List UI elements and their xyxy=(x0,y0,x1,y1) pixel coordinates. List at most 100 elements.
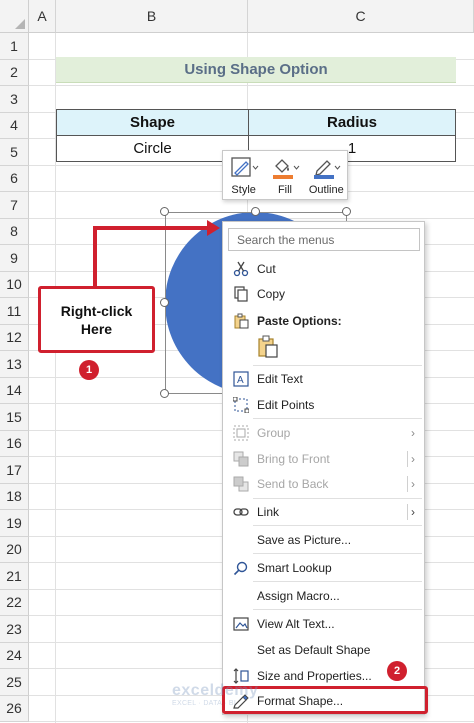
outline-pen-icon xyxy=(314,160,341,179)
menu-item-label: Paste Options: xyxy=(257,314,342,328)
menu-item-edit-text[interactable]: A Edit Text xyxy=(223,367,424,391)
menu-item-send-to-back[interactable]: Send to Back › xyxy=(223,472,424,496)
table-cell-shape[interactable]: Circle xyxy=(56,135,249,162)
paste-clipboard-icon[interactable] xyxy=(257,335,279,359)
menu-item-label: Edit Points xyxy=(257,398,315,412)
row-header[interactable]: 15 xyxy=(0,404,29,431)
menu-item-smart-lookup[interactable]: Smart Lookup xyxy=(223,556,424,580)
column-header-c[interactable]: C xyxy=(248,0,474,33)
row-header[interactable]: 1 xyxy=(0,33,29,60)
style-button[interactable]: Style xyxy=(225,156,263,196)
menu-item-link[interactable]: Link › xyxy=(223,500,424,524)
menu-item-label: Size and Properties... xyxy=(257,669,372,683)
menu-item-label: Link xyxy=(257,505,280,519)
outline-button[interactable]: Outline xyxy=(307,156,345,196)
table-header-radius[interactable]: Radius xyxy=(248,109,456,136)
table-header-shape[interactable]: Shape xyxy=(56,109,249,136)
resize-handle-nw[interactable] xyxy=(160,207,169,216)
row-header[interactable]: 7 xyxy=(0,192,29,219)
menu-search-input[interactable]: Search the menus xyxy=(228,228,420,251)
menu-item-assign-macro[interactable]: Assign Macro... xyxy=(223,584,424,608)
mini-toolbar: Style Fill Outline xyxy=(222,150,348,200)
submenu-chevron-icon: › xyxy=(411,505,415,519)
resize-handle-w[interactable] xyxy=(160,298,169,307)
menu-separator xyxy=(253,498,422,499)
submenu-chevron-icon: › xyxy=(411,426,415,440)
menu-separator xyxy=(253,609,422,610)
menu-separator xyxy=(253,553,422,554)
menu-item-label: Set as Default Shape xyxy=(257,643,371,657)
row-header[interactable]: 18 xyxy=(0,483,29,510)
outline-label: Outline xyxy=(308,184,344,196)
fill-button[interactable]: Fill xyxy=(266,156,304,196)
menu-separator xyxy=(253,581,422,582)
row-header[interactable]: 8 xyxy=(0,218,29,245)
split-separator xyxy=(407,451,408,467)
row-header[interactable]: 9 xyxy=(0,245,29,272)
resize-handle-n[interactable] xyxy=(251,207,260,216)
resize-handle-ne[interactable] xyxy=(342,207,351,216)
row-header[interactable]: 19 xyxy=(0,510,29,537)
split-separator xyxy=(407,476,408,492)
resize-handle-sw[interactable] xyxy=(160,389,169,398)
row-header[interactable]: 11 xyxy=(0,298,29,325)
menu-item-copy[interactable]: Copy xyxy=(223,282,424,306)
row-header[interactable]: 22 xyxy=(0,589,29,616)
link-icon xyxy=(233,508,249,516)
row-header[interactable]: 24 xyxy=(0,642,29,669)
pointer-arrow-line xyxy=(93,226,97,288)
row-header[interactable]: 3 xyxy=(0,86,29,113)
gridline xyxy=(29,721,474,722)
menu-item-label: Save as Picture... xyxy=(257,533,352,547)
menu-item-label: Smart Lookup xyxy=(257,561,332,575)
menu-item-bring-to-front[interactable]: Bring to Front › xyxy=(223,447,424,471)
pointer-arrow-line xyxy=(93,226,209,230)
row-header[interactable]: 6 xyxy=(0,165,29,192)
menu-item-paste-options: Paste Options: xyxy=(223,309,424,333)
watermark-tagline: EXCEL · DATA · BI xyxy=(172,700,237,707)
menu-item-group[interactable]: Group › xyxy=(223,421,424,445)
row-header[interactable]: 5 xyxy=(0,139,29,166)
row-header[interactable]: 13 xyxy=(0,351,29,378)
row-header[interactable]: 10 xyxy=(0,271,29,298)
row-header[interactable]: 20 xyxy=(0,536,29,563)
group-icon xyxy=(233,425,249,441)
fill-bucket-icon xyxy=(272,159,300,179)
menu-item-set-default-shape[interactable]: Set as Default Shape xyxy=(223,638,424,662)
style-icon xyxy=(231,157,259,177)
scissors-icon xyxy=(233,261,249,277)
alt-text-icon xyxy=(233,617,249,631)
row-header[interactable]: 17 xyxy=(0,457,29,484)
menu-item-save-as-picture[interactable]: Save as Picture... xyxy=(223,528,424,552)
gridline xyxy=(29,85,474,86)
menu-item-cut[interactable]: Cut xyxy=(223,257,424,281)
context-menu: Search the menus Cut Copy Paste Options:… xyxy=(222,221,425,715)
edit-text-icon: A xyxy=(233,371,249,387)
step-badge-2: 2 xyxy=(387,661,407,681)
row-header[interactable]: 23 xyxy=(0,616,29,643)
submenu-chevron-icon: › xyxy=(411,477,415,491)
row-header[interactable]: 14 xyxy=(0,377,29,404)
menu-item-label: Cut xyxy=(257,262,276,276)
menu-item-edit-points[interactable]: Edit Points xyxy=(223,393,424,417)
menu-item-label: Edit Text xyxy=(257,372,303,386)
column-header-a[interactable]: A xyxy=(29,0,56,33)
column-header-b[interactable]: B xyxy=(56,0,248,33)
submenu-chevron-icon: › xyxy=(411,452,415,466)
row-header[interactable]: 16 xyxy=(0,430,29,457)
menu-item-label: Bring to Front xyxy=(257,452,330,466)
split-separator xyxy=(407,504,408,520)
row-header[interactable]: 4 xyxy=(0,112,29,139)
row-header[interactable]: 26 xyxy=(0,695,29,722)
menu-item-label: Group xyxy=(257,426,291,440)
row-header[interactable]: 2 xyxy=(0,59,29,86)
row-header[interactable]: 12 xyxy=(0,324,29,351)
menu-item-view-alt-text[interactable]: View Alt Text... xyxy=(223,612,424,636)
row-header[interactable]: 25 xyxy=(0,669,29,696)
menu-item-label: View Alt Text... xyxy=(257,617,335,631)
menu-separator xyxy=(253,525,422,526)
row-header[interactable]: 21 xyxy=(0,563,29,590)
select-all-corner[interactable] xyxy=(0,0,29,33)
menu-separator xyxy=(253,418,422,419)
title-cell[interactable]: Using Shape Option xyxy=(56,57,456,83)
